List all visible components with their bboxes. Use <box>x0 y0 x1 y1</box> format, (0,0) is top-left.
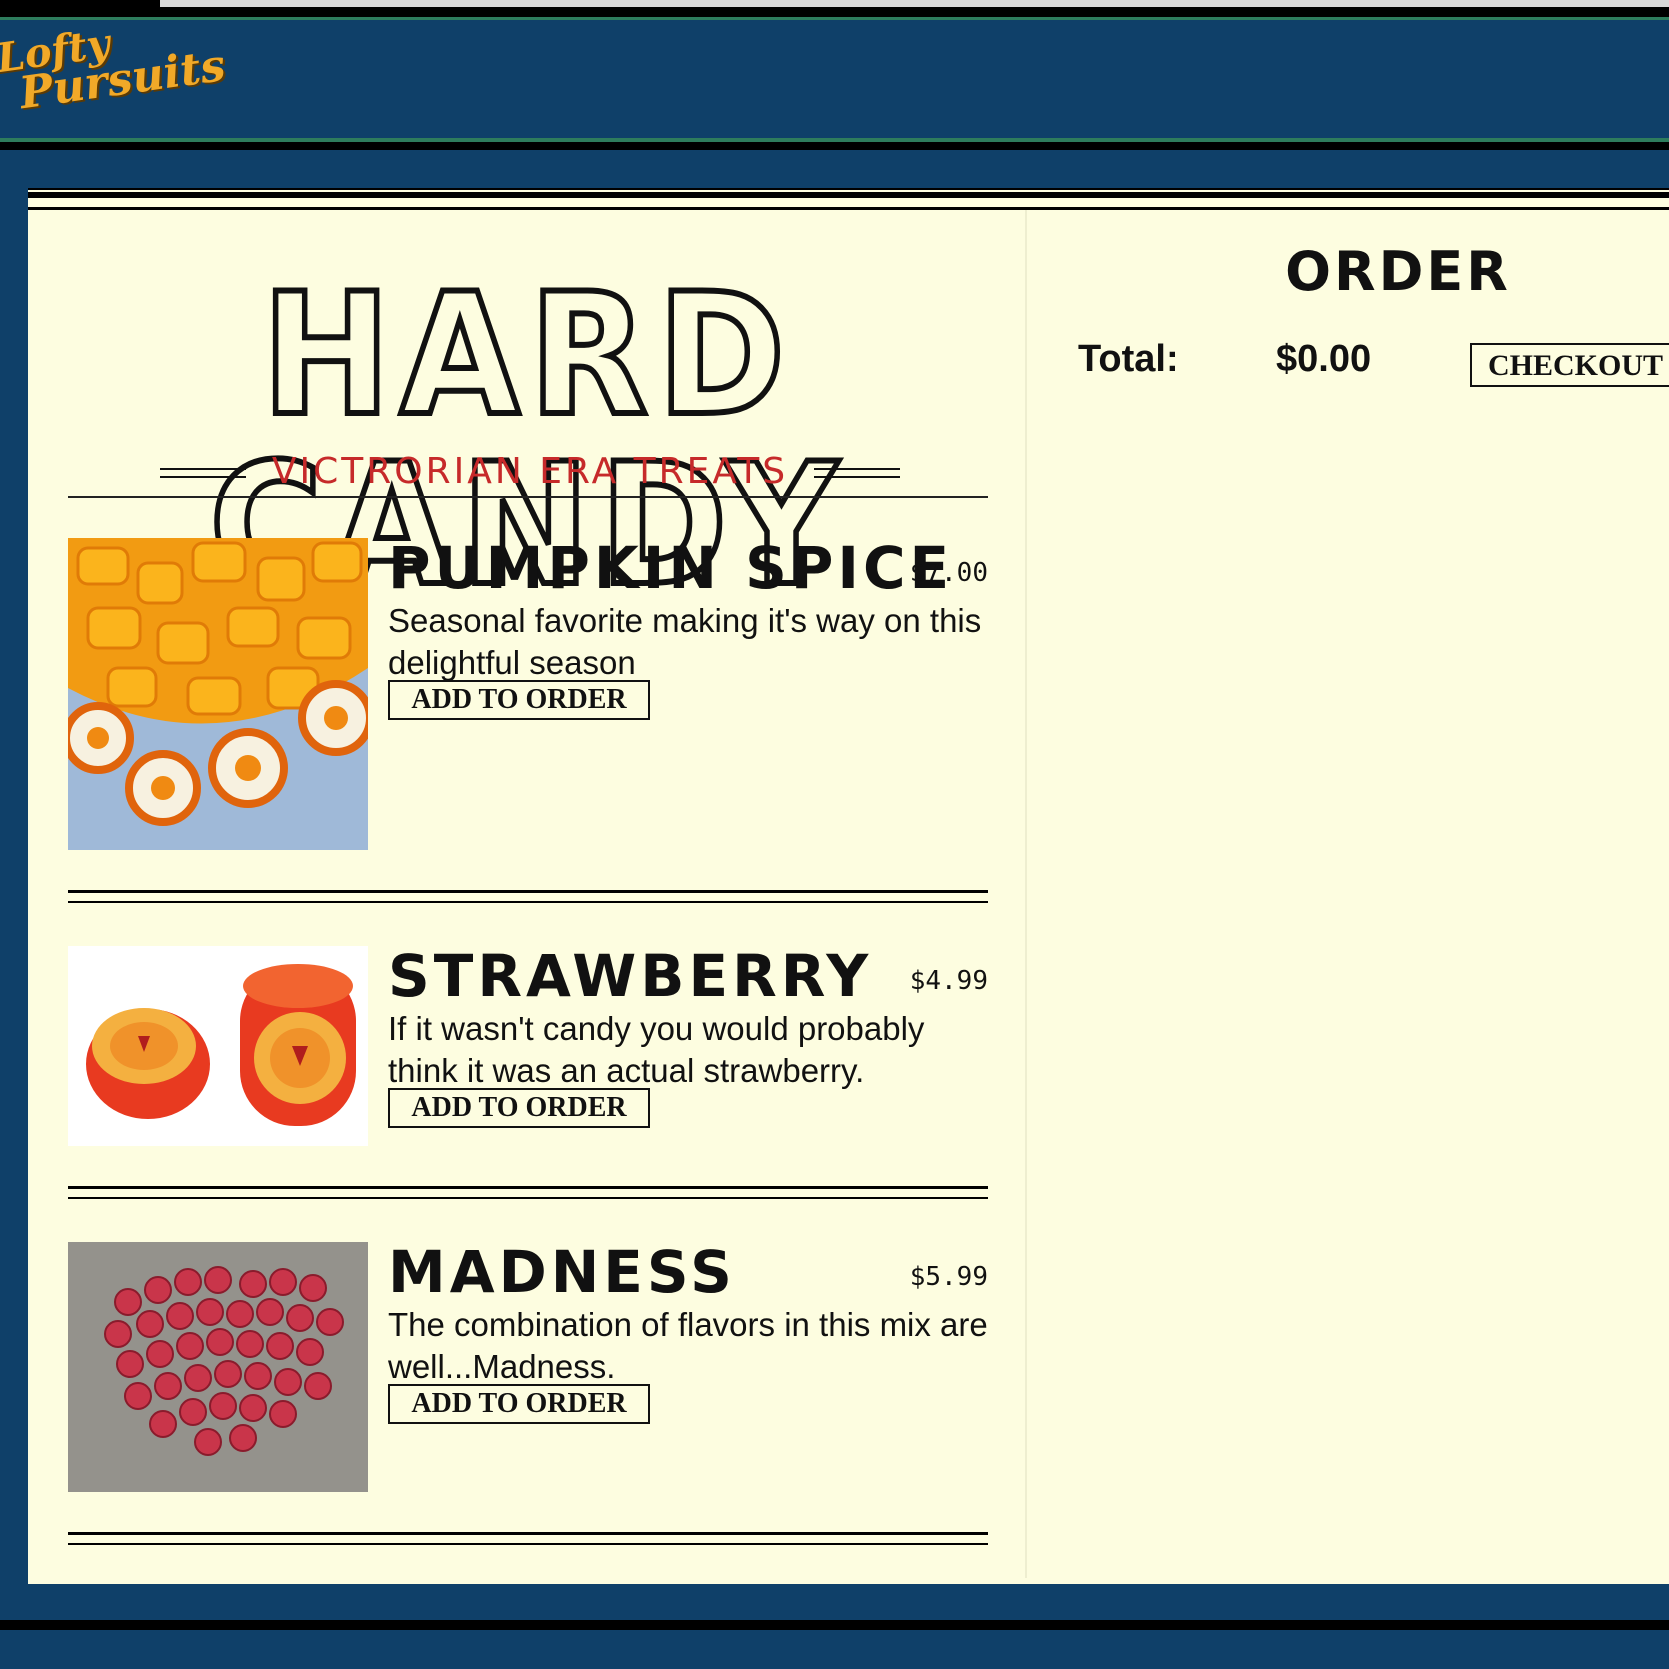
header-shadow-band <box>0 142 1669 150</box>
footer-band <box>0 1620 1669 1630</box>
subtitle-ornament-left <box>160 468 246 478</box>
madness-info: MADNESS $5.99 The combination of flavors… <box>388 1242 988 1492</box>
madness-image <box>68 1242 368 1492</box>
title-rule <box>68 496 988 498</box>
product-description: Seasonal favorite making it's way on thi… <box>388 602 982 681</box>
item-divider <box>68 890 988 903</box>
product-price: $5.99 <box>909 1262 988 1292</box>
total-label: Total: <box>1078 338 1179 380</box>
product-price: $7.00 <box>909 558 988 588</box>
add-to-order-button[interactable]: ADD TO ORDER <box>388 1384 650 1424</box>
pumpkin-spice-image <box>68 538 368 850</box>
subtitle-row: VICTRORIAN ERA TREATS <box>160 452 900 492</box>
add-to-order-button[interactable]: ADD TO ORDER <box>388 1088 650 1128</box>
product-name: PUMPKIN SPICE <box>388 534 954 602</box>
item-divider <box>68 1186 988 1199</box>
subtitle-ornament-right <box>814 468 900 478</box>
strawberry-info: STRAWBERRY $4.99 If it wasn't candy you … <box>388 946 988 1146</box>
site-header: Lofty Pursuits <box>0 20 1669 142</box>
product-name: STRAWBERRY <box>388 942 873 1010</box>
panel-top-rule <box>28 192 1669 210</box>
item-divider <box>68 1532 988 1545</box>
product-description: The combination of flavors in this mix a… <box>388 1306 988 1385</box>
product-description: If it wasn't candy you would probably th… <box>388 1010 925 1089</box>
pumpkin-spice-info: PUMPKIN SPICE $7.00 Seasonal favorite ma… <box>388 538 988 850</box>
page-subtitle: VICTRORIAN ERA TREATS <box>271 451 789 492</box>
total-value: $0.00 <box>1276 338 1372 380</box>
add-to-order-button[interactable]: ADD TO ORDER <box>388 680 650 720</box>
order-title: ORDER <box>1285 240 1511 303</box>
window-top-highlight <box>160 0 1669 7</box>
checkout-button[interactable]: CHECKOUT <box>1470 343 1669 387</box>
product-price: $4.99 <box>909 966 988 996</box>
brand-logo[interactable]: Lofty Pursuits <box>0 6 257 150</box>
window-top-strip <box>0 0 1669 22</box>
column-divider <box>1025 210 1027 1578</box>
strawberry-image <box>68 946 368 1146</box>
product-name: MADNESS <box>388 1238 736 1306</box>
